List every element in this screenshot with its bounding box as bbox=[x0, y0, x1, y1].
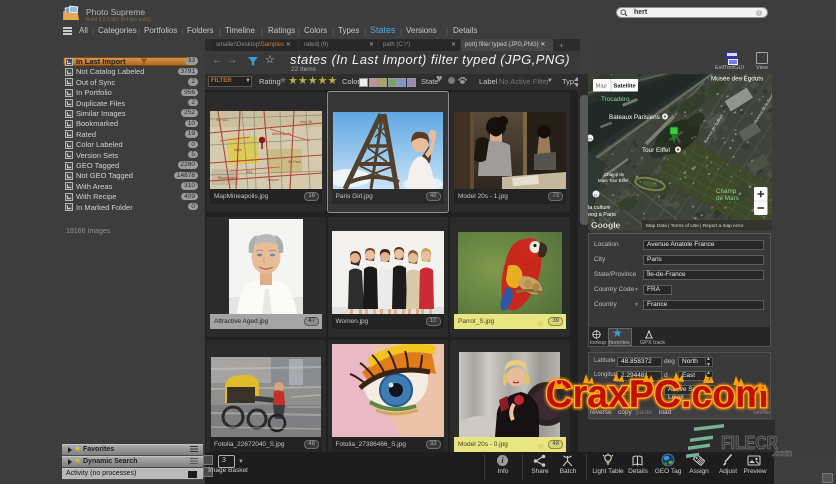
svg-text:Google: Google bbox=[591, 220, 621, 230]
svg-text:Bateaux Parisiens: Bateaux Parisiens bbox=[609, 114, 660, 121]
svg-text:Champ: Champ bbox=[716, 188, 737, 195]
svg-text:Satellite: Satellite bbox=[614, 84, 637, 90]
svg-text:FILECR: FILECR bbox=[721, 432, 778, 453]
svg-text:Musée des Égouts: Musée des Égouts bbox=[711, 74, 763, 83]
svg-text:H: H bbox=[594, 193, 597, 198]
svg-text:Map Data | Terms of Use | Repo: Map Data | Terms of Use | Report a map e… bbox=[646, 223, 744, 229]
svg-text:Map: Map bbox=[596, 84, 607, 90]
svg-text:Hwy 36: Hwy 36 bbox=[300, 120, 312, 124]
svg-text:494: 494 bbox=[246, 170, 252, 174]
svg-text:Champ de: Champ de bbox=[604, 172, 625, 177]
svg-text:.com: .com bbox=[772, 448, 792, 458]
svg-text:Bloomington: Bloomington bbox=[218, 176, 238, 180]
svg-text:St. Paul: St. Paul bbox=[288, 160, 301, 164]
svg-text:la culture: la culture bbox=[588, 205, 610, 211]
svg-text:Tour Eiffel: Tour Eiffel bbox=[642, 147, 670, 154]
svg-text:de Mars: de Mars bbox=[716, 195, 739, 202]
svg-text:St Paul: St Paul bbox=[216, 118, 228, 122]
svg-text:Mars Tour Eiffel: Mars Tour Eiffel bbox=[598, 178, 628, 183]
svg-text:Mpls: Mpls bbox=[234, 148, 242, 152]
svg-text:Airport: Airport bbox=[268, 178, 279, 182]
svg-text:oog à Paris: oog à Paris bbox=[588, 212, 616, 218]
svg-text:Trocadéro: Trocadéro bbox=[601, 96, 630, 103]
